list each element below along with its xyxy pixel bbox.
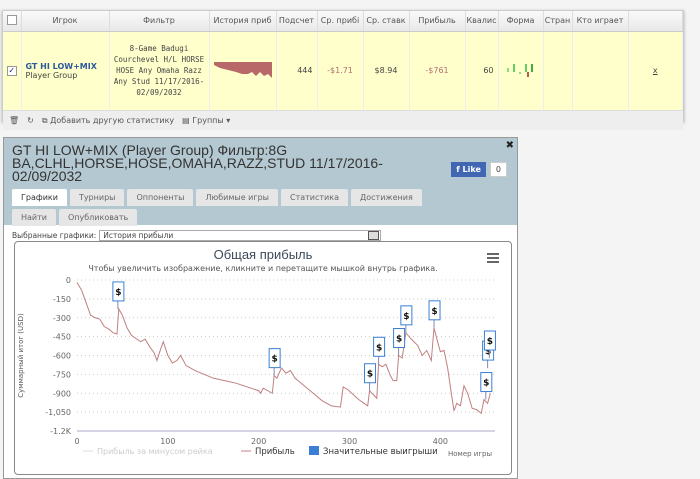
profit-chart[interactable]: Общая прибыль Чтобы увеличить изображение… <box>15 242 511 474</box>
qual-cell: 60 <box>465 31 499 110</box>
column-header[interactable]: Фильтр <box>109 11 210 32</box>
y-tick-label: -600 <box>53 352 71 361</box>
tab[interactable]: Турниры <box>69 189 125 206</box>
flag-label: $ <box>403 312 409 322</box>
flag-label: $ <box>115 288 121 298</box>
column-header[interactable]: Ср. ставк <box>363 11 410 32</box>
column-header[interactable]: Квалис <box>465 11 499 32</box>
chevron-down-icon[interactable] <box>368 231 380 240</box>
legend-swatch <box>309 446 319 455</box>
form-sparkline <box>498 31 544 110</box>
flag-label: $ <box>272 355 278 365</box>
column-header[interactable]: Подсчет <box>276 11 318 32</box>
add-stat-button[interactable]: ⧉ Добавить другую статистику <box>42 116 174 126</box>
legend-item[interactable]: Прибыль <box>255 447 295 457</box>
menu-icon[interactable] <box>487 261 499 263</box>
x-tick-label: 0 <box>74 437 79 446</box>
y-tick-label: -300 <box>53 314 71 323</box>
tab[interactable]: Графики <box>12 189 67 206</box>
y-tick-label: -900 <box>53 389 71 398</box>
tab[interactable]: Найти <box>12 209 56 226</box>
flag-label: $ <box>367 370 373 380</box>
chart-container[interactable]: Общая прибыль Чтобы увеличить изображение… <box>14 241 512 475</box>
column-header[interactable]: Ср. прибі <box>317 11 364 32</box>
y-axis-label: Суммарный итог (USD) <box>17 313 25 398</box>
chart-title: Общая прибыль <box>214 247 313 262</box>
column-header[interactable]: Игрок <box>21 11 110 32</box>
x-tick-label: 400 <box>433 437 448 446</box>
x-tick-label: 200 <box>251 437 266 446</box>
y-tick-label: 0 <box>66 276 71 285</box>
column-header[interactable] <box>628 11 683 32</box>
flag-label: $ <box>376 343 382 353</box>
filter-cell: 8-Game Badugi Courchevel H/L HORSE HOSE … <box>109 31 210 110</box>
panel-title: GT HI LOW+MIX (Player Group) Фильтр:8G B… <box>12 142 383 184</box>
menu-icon[interactable] <box>487 257 499 259</box>
flag-label: $ <box>431 307 437 317</box>
legend-item[interactable]: Значительные выигрыши <box>323 447 438 457</box>
player-panel: ✖ GT HI LOW+MIX (Player Group) Фильтр:8G… <box>3 137 518 479</box>
refresh-icon[interactable]: ↻ <box>27 116 34 125</box>
chart-select[interactable]: История прибыли <box>99 230 382 241</box>
flag-label: $ <box>487 337 493 347</box>
flag-label: $ <box>396 335 402 345</box>
profit-history-sparkline <box>209 31 277 110</box>
column-header[interactable]: Стран <box>543 11 573 32</box>
tab[interactable]: Опубликовать <box>58 209 138 226</box>
y-tick-label: -450 <box>53 333 71 342</box>
facebook-like-button[interactable]: f Like <box>451 162 486 177</box>
trash-icon[interactable]: 🗑 <box>9 116 19 125</box>
count-cell: 444 <box>276 31 318 110</box>
tab[interactable]: Статистика <box>280 189 348 206</box>
tab[interactable]: Оппоненты <box>127 189 194 206</box>
x-tick-label: 300 <box>342 437 357 446</box>
column-header[interactable]: Форма <box>498 11 544 32</box>
remove-row-button[interactable]: x <box>653 66 658 75</box>
avg-stake-cell: $8.94 <box>363 31 410 110</box>
column-header[interactable] <box>3 11 22 32</box>
like-count: 0 <box>489 162 507 177</box>
tab[interactable]: Достижения <box>350 189 422 206</box>
groups-button[interactable]: ▤ Группы ▾ <box>182 116 230 125</box>
avg-profit-cell: -$1.71 <box>317 31 364 110</box>
column-header[interactable]: Кто играет <box>572 11 629 32</box>
column-header[interactable]: Прибыль <box>409 11 466 32</box>
y-tick-label: -1.2K <box>50 427 72 436</box>
select-all-checkbox[interactable] <box>6 14 17 25</box>
column-header[interactable]: История приб <box>209 11 277 32</box>
row-checkbox[interactable]: ✓ <box>6 65 17 76</box>
tab[interactable]: Любимые игры <box>196 189 278 206</box>
x-tick-label: 100 <box>160 437 175 446</box>
legend-item[interactable]: Прибыль за минусом рейка <box>97 447 213 456</box>
menu-icon[interactable] <box>487 253 499 255</box>
profit-line <box>76 282 491 415</box>
y-tick-label: -750 <box>53 370 71 379</box>
player-name[interactable]: GT HI LOW+MIX <box>26 62 109 71</box>
stats-grid: Игрок Фильтр История приб Подсчет Ср. прибі С… <box>2 10 684 130</box>
table-row[interactable]: ✓ GT HI LOW+MIX Player Group 8-Game Badug… <box>3 31 683 110</box>
close-icon[interactable]: ✖ <box>506 140 514 151</box>
select-label: Выбранные графики: <box>12 231 97 240</box>
x-axis-label: Номер игры <box>448 450 492 458</box>
y-tick-label: -1,050 <box>45 408 71 417</box>
chart-subtitle: Чтобы увеличить изображение, кликните и … <box>88 264 437 273</box>
flag-label: $ <box>483 379 489 389</box>
y-tick-label: -150 <box>53 295 71 304</box>
profit-cell: -$761 <box>409 31 466 110</box>
player-sub: Player Group <box>25 70 78 80</box>
